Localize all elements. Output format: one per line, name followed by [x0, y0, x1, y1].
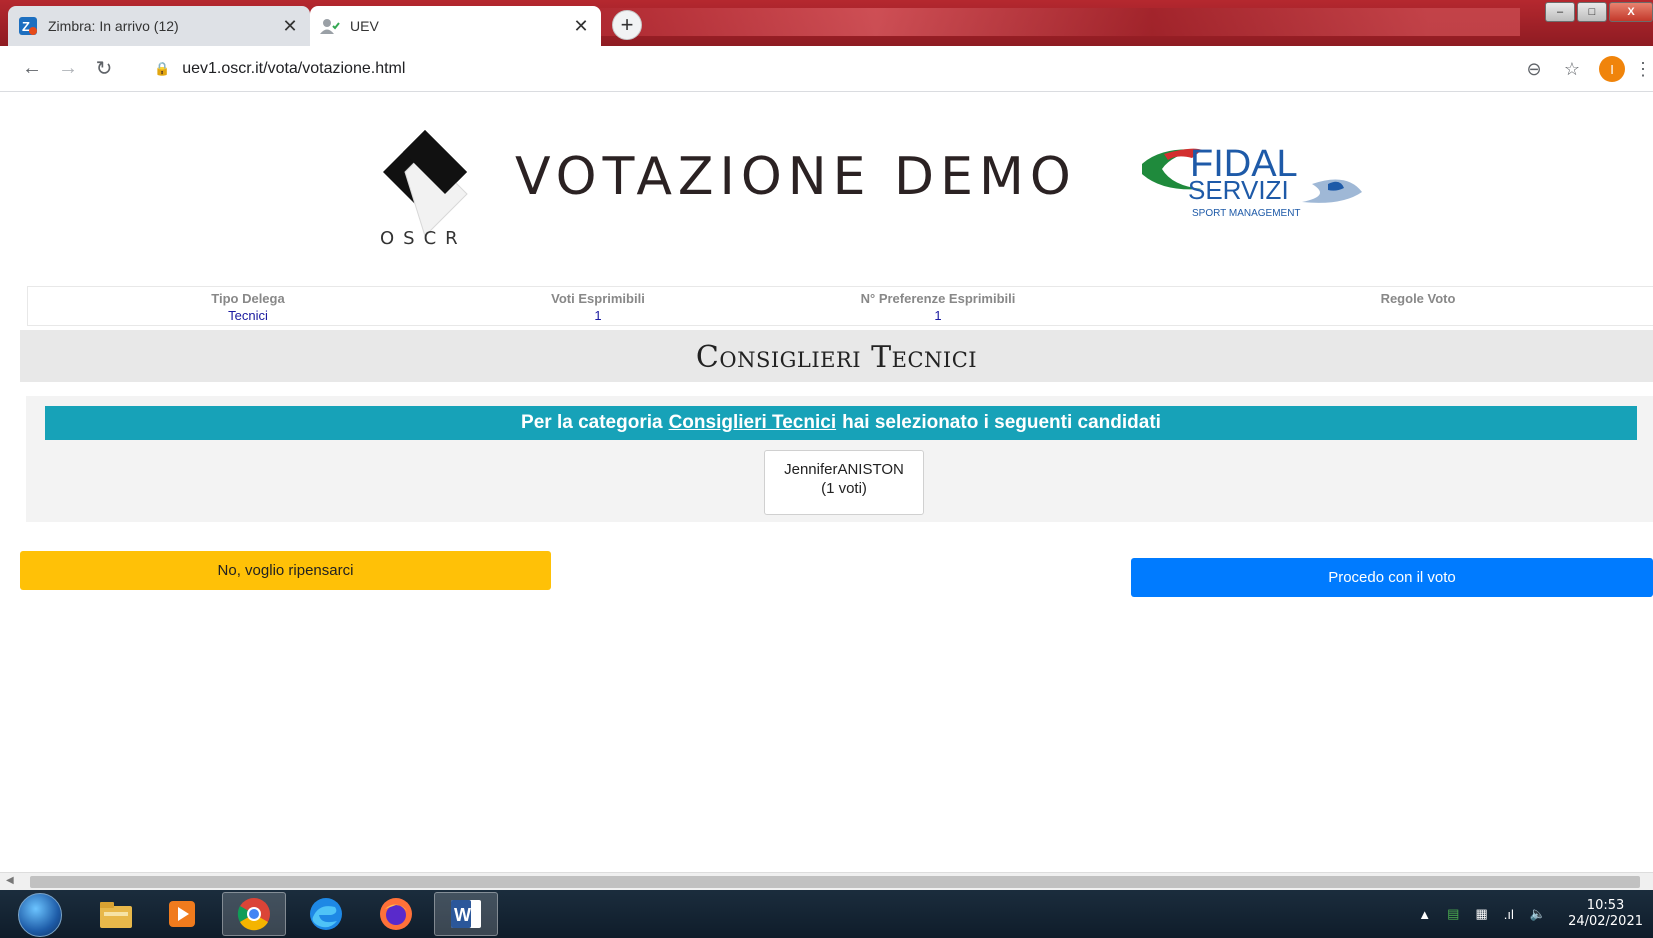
reload-icon[interactable]: ↻	[86, 56, 122, 81]
file-explorer-icon[interactable]	[84, 892, 148, 936]
rethink-button[interactable]: No, voglio ripensarci	[20, 551, 551, 590]
windows-taskbar: W ▲ ▤ ▦ .ıl 🔈 10:53 24/02/2021	[0, 890, 1653, 938]
summary-suffix: hai selezionato i seguenti candidati	[842, 412, 1161, 433]
info-regole-voto: Regole Voto	[1278, 291, 1558, 306]
minimize-button[interactable]: –	[1545, 2, 1575, 22]
page-content: OSCR VOTAZIONE DEMO FIDAL SERVIZI SPORT …	[0, 92, 1653, 872]
tab-title: UEV	[350, 18, 379, 34]
window-title-strip	[600, 8, 1520, 36]
svg-text:Z: Z	[22, 19, 30, 34]
volume-icon[interactable]: 🔈	[1530, 906, 1546, 922]
browser-tab-bar: Z Zimbra: In arrivo (12) ✕ UEV ✕ + – □ X	[0, 0, 1653, 46]
forward-icon[interactable]: →	[50, 57, 86, 80]
address-bar[interactable]: 🔒 uev1.oscr.it/vota/votazione.html	[142, 52, 1582, 86]
media-player-icon[interactable]	[150, 892, 214, 936]
svg-text:W: W	[454, 905, 471, 925]
oscr-logo-text: OSCR	[380, 228, 467, 249]
tab-title: Zimbra: In arrivo (12)	[48, 18, 179, 34]
fidal-servizi-logo-icon: FIDAL SERVIZI SPORT MANAGEMENT	[1142, 144, 1362, 219]
info-voti-esprimibili: Voti Esprimibili 1	[478, 291, 718, 323]
system-tray: ▲ ▤ ▦ .ıl 🔈 10:53 24/02/2021	[1410, 890, 1653, 938]
clock[interactable]: 10:53 24/02/2021	[1568, 898, 1643, 930]
signal-icon[interactable]: .ıl	[1504, 907, 1514, 922]
proceed-vote-button[interactable]: Procedo con il voto	[1131, 558, 1653, 597]
edge-icon[interactable]	[294, 892, 358, 936]
bookmark-star-icon[interactable]: ☆	[1553, 59, 1591, 80]
close-tab-icon[interactable]: ✕	[280, 16, 300, 37]
tab-zimbra[interactable]: Z Zimbra: In arrivo (12) ✕	[8, 6, 310, 46]
profile-avatar[interactable]: I	[1599, 56, 1625, 82]
chrome-icon[interactable]	[222, 892, 286, 936]
selection-summary-panel: Per la categoria Consiglieri Tecnici hai…	[26, 396, 1653, 522]
fidal-line3: SPORT MANAGEMENT	[1192, 208, 1301, 219]
window-controls: – □ X	[1543, 2, 1653, 22]
fidal-line2: SERVIZI	[1188, 175, 1289, 205]
candidate-card: JenniferANISTON (1 voti)	[764, 450, 924, 515]
maximize-button[interactable]: □	[1577, 2, 1607, 22]
clock-date: 24/02/2021	[1568, 914, 1643, 929]
scrollbar-thumb[interactable]	[30, 876, 1640, 888]
info-label: Voti Esprimibili	[551, 291, 645, 306]
candidate-votes: (1 voti)	[821, 480, 867, 497]
menu-icon[interactable]: ⋮	[1633, 59, 1653, 80]
horizontal-scrollbar[interactable]: ◀	[0, 872, 1653, 890]
lock-icon: 🔒	[154, 61, 171, 76]
summary-banner: Per la categoria Consiglieri Tecnici hai…	[45, 406, 1637, 440]
info-preferenze: N° Preferenze Esprimibili 1	[788, 291, 1088, 323]
section-title: Consiglieri Tecnici	[695, 340, 978, 375]
url-text: uev1.oscr.it/vota/votazione.html	[182, 60, 406, 77]
back-icon[interactable]: ←	[14, 57, 50, 80]
word-icon[interactable]: W	[434, 892, 498, 936]
page-title: VOTAZIONE DEMO	[515, 147, 1077, 207]
power-icon[interactable]: ▦	[1475, 906, 1487, 922]
close-tab-icon[interactable]: ✕	[571, 16, 591, 37]
network-app-icon[interactable]: ▤	[1447, 906, 1459, 922]
vote-info-row: Tipo Delega Tecnici Voti Esprimibili 1 N…	[27, 286, 1653, 326]
close-window-button[interactable]: X	[1609, 2, 1653, 22]
info-value: 1	[594, 308, 602, 323]
firefox-icon[interactable]	[364, 892, 428, 936]
clock-time: 10:53	[1586, 898, 1625, 913]
summary-prefix: Per la categoria	[521, 412, 663, 433]
info-value: 1	[934, 308, 942, 323]
candidate-name: JenniferANISTON	[784, 461, 904, 478]
info-label: Tipo Delega	[211, 291, 285, 306]
info-label: N° Preferenze Esprimibili	[860, 291, 1016, 306]
info-tipo-delega: Tipo Delega Tecnici	[148, 291, 348, 323]
show-hidden-icons-icon[interactable]: ▲	[1418, 907, 1431, 922]
user-check-icon	[320, 16, 340, 36]
browser-toolbar: ← → ↻ 🔒 uev1.oscr.it/vota/votazione.html…	[0, 46, 1653, 92]
section-header: Consiglieri Tecnici	[20, 330, 1653, 382]
info-label: Regole Voto	[1380, 291, 1456, 306]
scroll-left-icon[interactable]: ◀	[6, 875, 14, 886]
category-link[interactable]: Consiglieri Tecnici	[669, 412, 837, 434]
tab-uev[interactable]: UEV ✕	[310, 6, 601, 46]
start-button[interactable]	[18, 893, 62, 937]
zimbra-icon: Z	[18, 16, 38, 36]
zoom-icon[interactable]: ⊖	[1515, 59, 1553, 80]
new-tab-button[interactable]: +	[612, 10, 642, 40]
info-value: Tecnici	[228, 308, 268, 323]
